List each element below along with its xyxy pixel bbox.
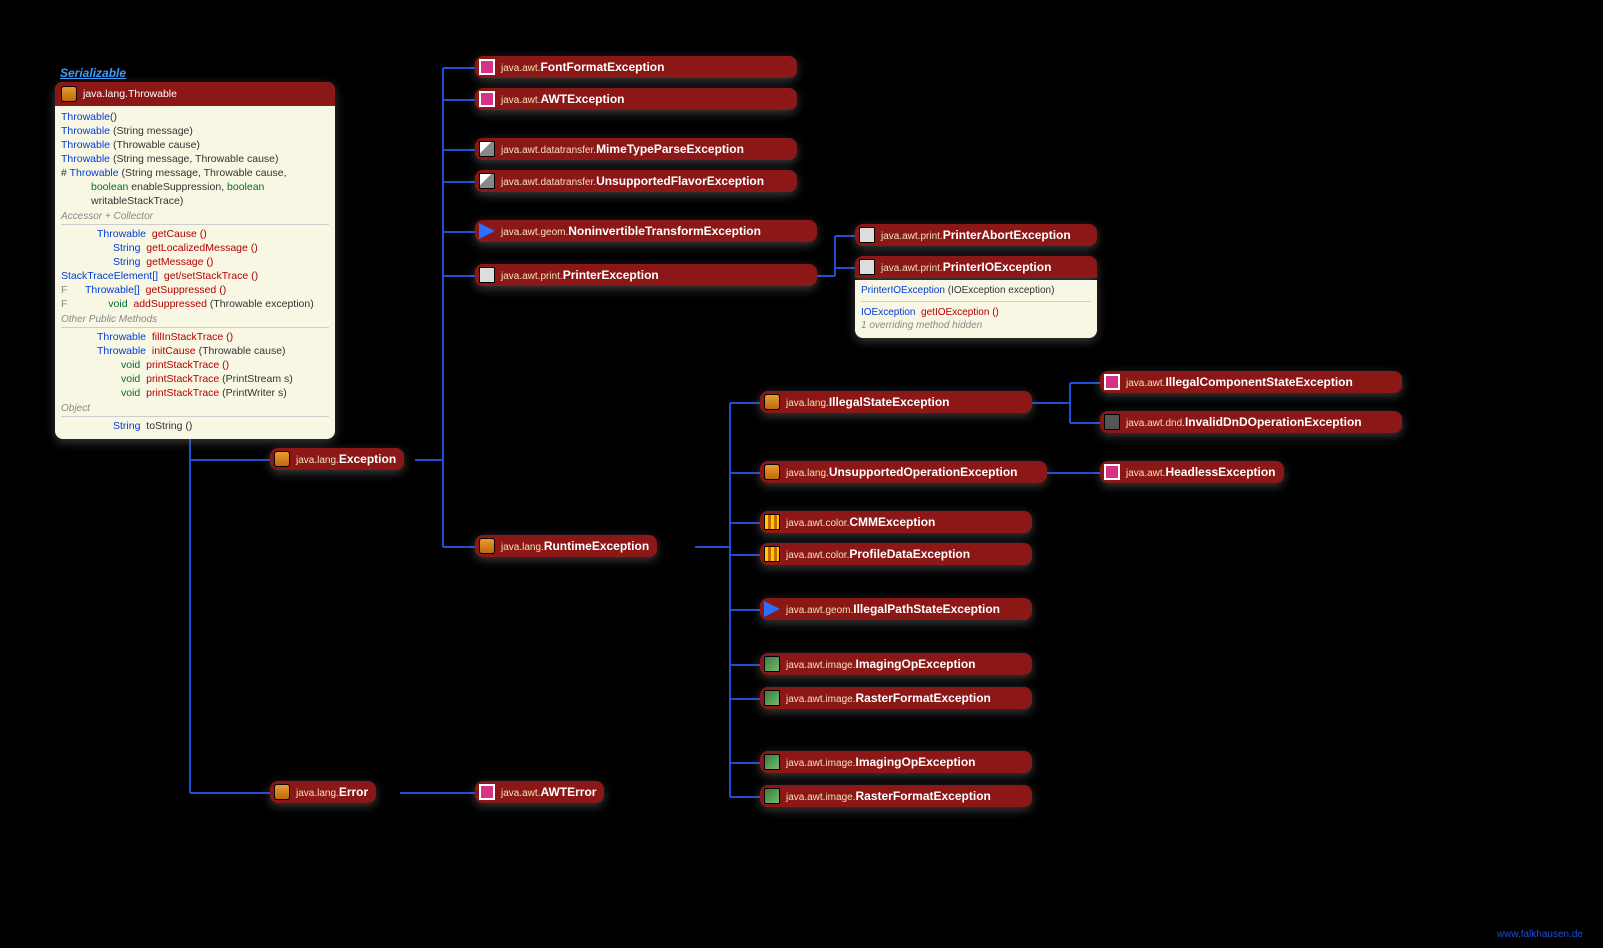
square-icon <box>479 91 495 107</box>
cup-icon <box>274 784 290 800</box>
raster1-node[interactable]: java.awt.image.RasterFormatException <box>760 687 1032 709</box>
watermark: www.falkhausen.de <box>1497 929 1583 940</box>
square-icon <box>1104 374 1120 390</box>
dnd-icon <box>1104 414 1120 430</box>
printer-icon <box>479 267 495 283</box>
cup-icon <box>61 86 77 102</box>
triangle-icon <box>764 601 780 617</box>
serializable-label: Serializable <box>60 66 126 80</box>
unsupflavor-node[interactable]: java.awt.datatransfer.UnsupportedFlavorE… <box>475 170 797 192</box>
illpath-node[interactable]: java.awt.geom.IllegalPathStateException <box>760 598 1032 620</box>
printerio-detail: PrinterIOException (IOException exceptio… <box>855 280 1097 338</box>
image-icon <box>764 788 780 804</box>
mimetype-node[interactable]: java.awt.datatransfer.MimeTypeParseExcep… <box>475 138 797 160</box>
bars-icon <box>764 514 780 530</box>
cup-icon <box>274 451 290 467</box>
triangle-icon <box>479 223 495 239</box>
awtexc-node[interactable]: java.awt.AWTException <box>475 88 797 110</box>
unsupop-node[interactable]: java.lang.UnsupportedOperationException <box>760 461 1047 483</box>
fontformat-node[interactable]: java.awt.FontFormatException <box>475 56 797 78</box>
pen-icon <box>479 173 495 189</box>
throwable-class-box: java.lang.Throwable Throwable() Throwabl… <box>55 82 335 439</box>
raster2-node[interactable]: java.awt.image.RasterFormatException <box>760 785 1032 807</box>
image-icon <box>764 690 780 706</box>
awterror-node[interactable]: java.awt.AWTError <box>475 781 604 803</box>
cmm-node[interactable]: java.awt.color.CMMException <box>760 511 1032 533</box>
runtime-node[interactable]: java.lang.RuntimeException <box>475 535 657 557</box>
cup-icon <box>764 394 780 410</box>
headless-node[interactable]: java.awt.HeadlessException <box>1100 461 1284 483</box>
exception-node[interactable]: java.lang.Exception <box>270 448 404 470</box>
square-icon <box>479 784 495 800</box>
square-icon <box>1104 464 1120 480</box>
printer-icon <box>859 227 875 243</box>
illstate-node[interactable]: java.lang.IllegalStateException <box>760 391 1032 413</box>
illcomp-node[interactable]: java.awt.IllegalComponentStateException <box>1100 371 1402 393</box>
invdnd-node[interactable]: java.awt.dnd.InvalidDnDOperationExceptio… <box>1100 411 1402 433</box>
cup-icon <box>764 464 780 480</box>
imgop2-node[interactable]: java.awt.image.ImagingOpException <box>760 751 1032 773</box>
cup-icon <box>479 538 495 554</box>
printerio-node[interactable]: java.awt.print.PrinterIOException <box>855 256 1097 278</box>
image-icon <box>764 754 780 770</box>
imgop1-node[interactable]: java.awt.image.ImagingOpException <box>760 653 1032 675</box>
printerexc-node[interactable]: java.awt.print.PrinterException <box>475 264 817 286</box>
square-icon <box>479 59 495 75</box>
noninv-node[interactable]: java.awt.geom.NoninvertibleTransformExce… <box>475 220 817 242</box>
profile-node[interactable]: java.awt.color.ProfileDataException <box>760 543 1032 565</box>
error-node[interactable]: java.lang.Error <box>270 781 376 803</box>
bars-icon <box>764 546 780 562</box>
image-icon <box>764 656 780 672</box>
pen-icon <box>479 141 495 157</box>
printerabort-node[interactable]: java.awt.print.PrinterAbortException <box>855 224 1097 246</box>
printer-icon <box>859 259 875 275</box>
